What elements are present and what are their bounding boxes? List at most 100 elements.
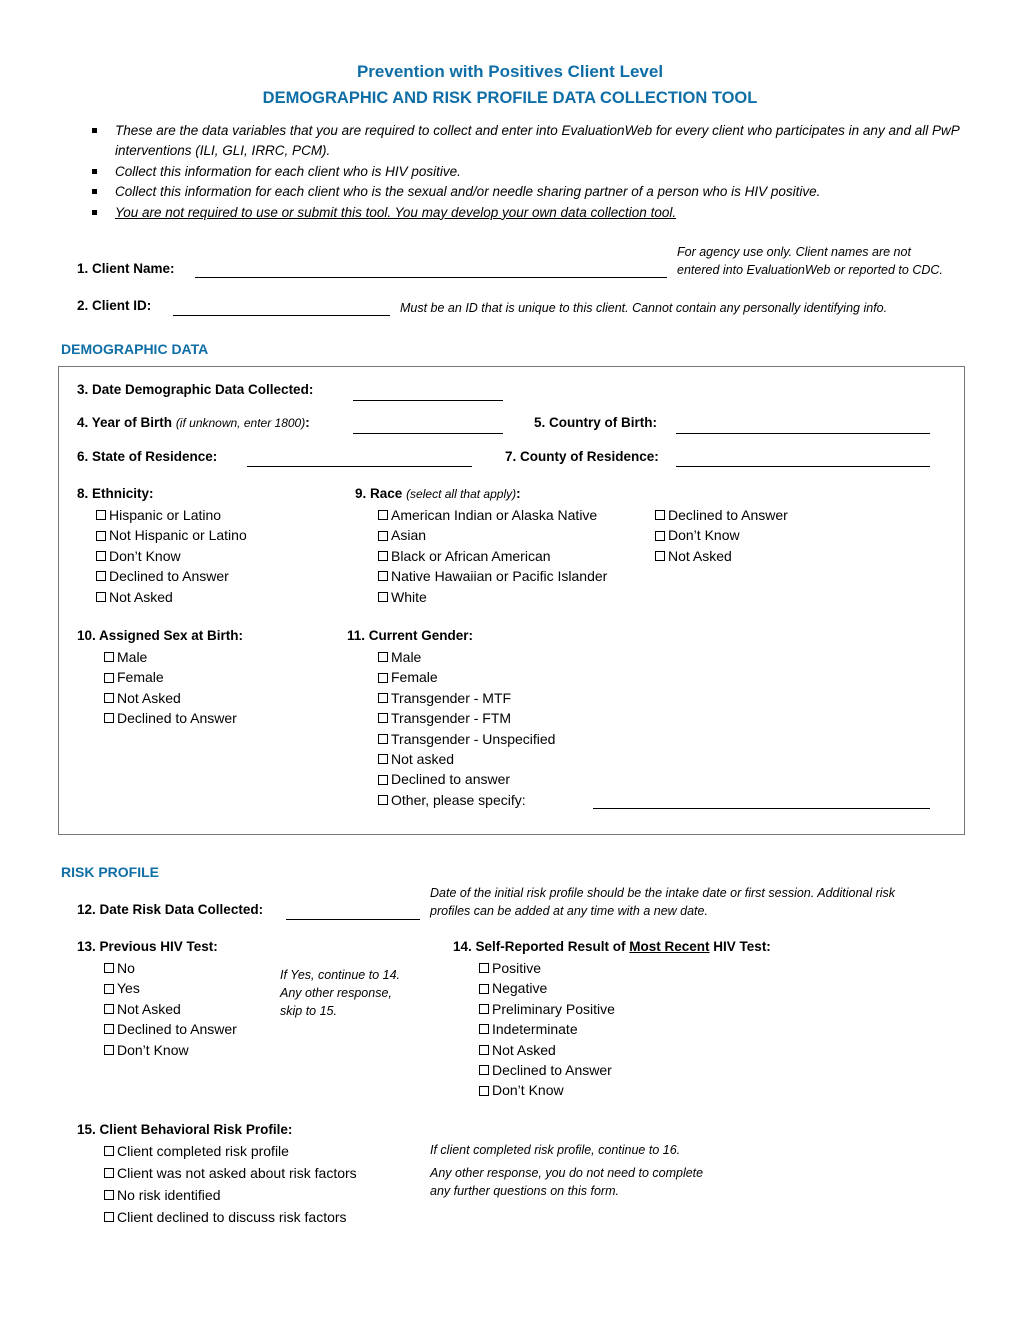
q11-option[interactable]: Declined to answer: [378, 769, 555, 789]
checkbox-icon[interactable]: [378, 795, 388, 806]
checkbox-icon[interactable]: [104, 1168, 114, 1178]
checkbox-icon[interactable]: [104, 1044, 114, 1055]
q15-option[interactable]: No risk identified: [104, 1184, 357, 1206]
q15-option[interactable]: Client declined to discuss risk factors: [104, 1206, 357, 1228]
q7-county-field[interactable]: [676, 466, 930, 467]
checkbox-icon[interactable]: [378, 652, 388, 663]
q15-option[interactable]: Client was not asked about risk factors: [104, 1162, 357, 1184]
checkbox-icon[interactable]: [479, 1004, 489, 1015]
checkbox-icon[interactable]: [655, 530, 665, 541]
checkbox-icon[interactable]: [378, 571, 388, 582]
checkbox-icon[interactable]: [104, 1024, 114, 1035]
q9-option[interactable]: Not Asked: [655, 546, 788, 566]
checkbox-icon[interactable]: [655, 551, 665, 562]
checkbox-icon[interactable]: [378, 754, 388, 765]
q5-country-field[interactable]: [676, 433, 930, 434]
checkbox-icon[interactable]: [479, 1024, 489, 1035]
q13-option[interactable]: Yes: [104, 978, 237, 998]
checkbox-icon[interactable]: [96, 551, 106, 562]
q9-option[interactable]: Don’t Know: [655, 525, 788, 545]
q10-option[interactable]: Male: [104, 647, 237, 667]
checkbox-icon[interactable]: [96, 591, 106, 602]
q8-option[interactable]: Don’t Know: [96, 546, 247, 566]
risk-section-title: RISK PROFILE: [61, 864, 160, 880]
q15-note-other: Any other response, you do not need to c…: [430, 1166, 704, 1198]
form-title: Prevention with Positives Client Level: [356, 62, 664, 81]
checkbox-icon[interactable]: [104, 1146, 114, 1156]
checkbox-icon[interactable]: [479, 1085, 489, 1096]
q14-option[interactable]: Indeterminate: [479, 1019, 615, 1039]
q14-option[interactable]: Positive: [479, 958, 615, 978]
checkbox-icon[interactable]: [378, 591, 388, 602]
q11-option[interactable]: Not asked: [378, 749, 555, 769]
checkbox-icon[interactable]: [378, 774, 388, 785]
q9-option[interactable]: Native Hawaiian or Pacific Islander: [378, 566, 607, 586]
q13-option[interactable]: Don’t Know: [104, 1040, 237, 1060]
q11-option[interactable]: Female: [378, 667, 555, 687]
q8-option[interactable]: Hispanic or Latino: [96, 505, 247, 525]
checkbox-icon[interactable]: [479, 963, 489, 974]
checkbox-icon[interactable]: [104, 963, 114, 974]
q13-option[interactable]: Declined to Answer: [104, 1019, 237, 1039]
q14-option[interactable]: Don’t Know: [479, 1080, 615, 1100]
q14-option[interactable]: Negative: [479, 978, 615, 998]
checkbox-icon[interactable]: [378, 693, 388, 704]
client-id-field[interactable]: [173, 315, 390, 316]
checkbox-icon[interactable]: [378, 551, 388, 562]
checkbox-icon[interactable]: [104, 713, 114, 724]
q13-option[interactable]: No: [104, 958, 237, 978]
q3-date-field[interactable]: [353, 400, 503, 401]
q4-year-field[interactable]: [353, 433, 503, 434]
q9-option[interactable]: White: [378, 587, 607, 607]
client-id-label: 2. Client ID:: [77, 298, 152, 313]
q14-option[interactable]: Declined to Answer: [479, 1060, 615, 1080]
q9-option[interactable]: American Indian or Alaska Native: [378, 505, 607, 525]
q11-option[interactable]: Transgender - FTM: [378, 708, 555, 728]
q11-option-other[interactable]: Other, please specify:: [378, 790, 555, 810]
q10-option[interactable]: Female: [104, 667, 237, 687]
q7-label: 7. County of Residence:: [505, 449, 659, 464]
q10-option[interactable]: Not Asked: [104, 688, 237, 708]
q14-option[interactable]: Preliminary Positive: [479, 999, 615, 1019]
q15-option[interactable]: Client completed risk profile: [104, 1140, 357, 1162]
checkbox-icon[interactable]: [378, 672, 388, 683]
q11-option[interactable]: Male: [378, 647, 555, 667]
q9-option[interactable]: Declined to Answer: [655, 505, 788, 525]
q8-option[interactable]: Not Hispanic or Latino: [96, 525, 247, 545]
q9-option[interactable]: Asian: [378, 525, 607, 545]
checkbox-icon[interactable]: [104, 693, 114, 704]
checkbox-icon[interactable]: [378, 530, 388, 541]
checkbox-icon[interactable]: [104, 1212, 114, 1222]
q14-option[interactable]: Not Asked: [479, 1040, 615, 1060]
instructions-list: These are the data variables that you ar…: [90, 121, 970, 223]
checkbox-icon[interactable]: [378, 510, 388, 521]
checkbox-icon[interactable]: [96, 571, 106, 582]
checkbox-icon[interactable]: [655, 510, 665, 521]
q8-option[interactable]: Declined to Answer: [96, 566, 247, 586]
checkbox-icon[interactable]: [104, 672, 114, 683]
checkbox-icon[interactable]: [104, 1190, 114, 1200]
checkbox-icon[interactable]: [479, 983, 489, 994]
q11-option[interactable]: Transgender - Unspecified: [378, 729, 555, 749]
checkbox-icon[interactable]: [104, 652, 114, 663]
q12-date-field[interactable]: [286, 919, 420, 920]
q8-option[interactable]: Not Asked: [96, 587, 247, 607]
checkbox-icon[interactable]: [96, 510, 106, 521]
checkbox-icon[interactable]: [479, 1044, 489, 1055]
checkbox-icon[interactable]: [378, 713, 388, 724]
checkbox-icon[interactable]: [378, 733, 388, 744]
q13-option[interactable]: Not Asked: [104, 999, 237, 1019]
q11-option[interactable]: Transgender - MTF: [378, 688, 555, 708]
q10-option[interactable]: Declined to Answer: [104, 708, 237, 728]
checkbox-icon[interactable]: [104, 1004, 114, 1015]
q11-other-field[interactable]: [593, 808, 930, 809]
q9-options-col2: Declined to Answer Don’t Know Not Asked: [655, 505, 788, 566]
client-name-field[interactable]: [195, 277, 667, 278]
checkbox-icon[interactable]: [479, 1065, 489, 1076]
checkbox-icon[interactable]: [104, 983, 114, 994]
q6-state-field[interactable]: [247, 466, 472, 467]
checkbox-icon[interactable]: [96, 530, 106, 541]
q9-option[interactable]: Black or African American: [378, 546, 607, 566]
q6-label: 6. State of Residence:: [77, 449, 218, 464]
bullet-icon: [92, 168, 97, 174]
